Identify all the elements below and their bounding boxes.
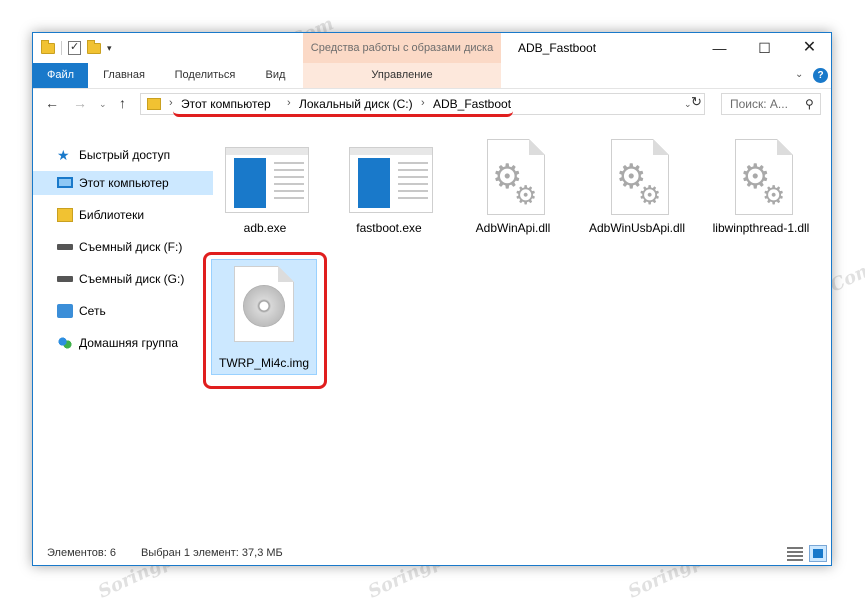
sidebar-item-removable-g[interactable]: Съемный диск (G:) <box>33 267 213 291</box>
back-button[interactable]: ← <box>45 95 59 111</box>
status-bar: Элементов: 6 Выбран 1 элемент: 37,3 МБ <box>33 543 831 565</box>
homegroup-icon <box>57 336 73 350</box>
dll-gear-icon: ⚙ ⚙ <box>735 139 793 215</box>
help-icon[interactable]: ? <box>813 68 828 83</box>
file-item[interactable]: ⚙ ⚙ AdbWinUsbApi.dll <box>587 137 687 263</box>
quick-access-toolbar: ▾ <box>41 39 112 57</box>
folder-icon <box>147 98 161 110</box>
navigation-pane: ★ Быстрый доступ Этот компьютер Библиоте… <box>33 129 213 539</box>
application-icon <box>225 147 309 213</box>
tab-share[interactable]: Поделиться <box>165 63 245 88</box>
expand-ribbon-icon[interactable]: ⌄ <box>795 69 803 80</box>
breadcrumb-separator[interactable]: › <box>287 97 291 109</box>
tab-view[interactable]: Вид <box>253 63 298 88</box>
search-input[interactable]: Поиск: А... ⚲ <box>721 93 821 115</box>
breadcrumb-local-disk[interactable]: Локальный диск (C:) <box>299 97 413 111</box>
application-icon <box>349 147 433 213</box>
computer-icon <box>57 177 73 188</box>
sidebar-item-this-pc[interactable]: Этот компьютер <box>33 171 213 195</box>
sidebar-item-removable-f[interactable]: Съемный диск (F:) <box>33 235 213 259</box>
up-button[interactable]: ↑ <box>119 95 126 111</box>
breadcrumb-separator[interactable]: › <box>169 97 173 109</box>
window-title: ADB_Fastboot <box>518 41 597 55</box>
close-button[interactable]: ✕ <box>787 33 832 63</box>
file-name: AdbWinApi.dll <box>475 221 551 235</box>
sidebar-item-label: Сеть <box>79 304 106 318</box>
file-item[interactable]: adb.exe <box>215 137 315 247</box>
file-name: fastboot.exe <box>356 221 422 235</box>
properties-icon[interactable] <box>68 40 81 55</box>
breadcrumb-adb-fastboot[interactable]: ADB_Fastboot <box>433 97 511 111</box>
sidebar-item-label: Быстрый доступ <box>79 148 171 162</box>
dll-gear-icon: ⚙ ⚙ <box>611 139 669 215</box>
sidebar-item-label: Съемный диск (F:) <box>79 240 183 254</box>
sidebar-item-quick-access[interactable]: ★ Быстрый доступ <box>33 143 213 167</box>
search-placeholder: Поиск: А... <box>730 97 788 111</box>
tab-manage[interactable]: Управление <box>303 63 501 88</box>
tab-file[interactable]: Файл <box>33 63 88 88</box>
file-item[interactable]: ⚙ ⚙ libwinpthread-1.dll <box>711 137 811 263</box>
sidebar-item-network[interactable]: Сеть <box>33 299 213 323</box>
sidebar-item-label: Съемный диск (G:) <box>79 272 185 286</box>
selection-highlight <box>203 252 327 389</box>
search-icon[interactable]: ⚲ <box>805 97 814 111</box>
file-name: adb.exe <box>243 221 287 235</box>
file-name: libwinpthread-1.dll <box>712 221 810 235</box>
ribbon-tabs: Файл Главная Поделиться Вид Управление ⌄… <box>33 63 831 89</box>
sidebar-item-label: Этот компьютер <box>79 176 169 190</box>
minimize-button[interactable]: — <box>697 33 742 63</box>
breadcrumb-separator[interactable]: › <box>421 97 425 109</box>
file-name: AdbWinUsbApi.dll <box>588 221 686 235</box>
sidebar-item-label: Домашняя группа <box>79 336 179 350</box>
title-bar: ▾ Средства работы с образами диска ADB_F… <box>33 33 831 63</box>
maximize-button[interactable]: ☐ <box>742 33 787 63</box>
network-icon <box>57 304 73 318</box>
removable-drive-icon <box>57 244 73 250</box>
library-icon <box>57 208 73 222</box>
sidebar-item-homegroup[interactable]: Домашняя группа <box>33 331 213 355</box>
customize-dropdown-icon[interactable]: ▾ <box>107 43 112 54</box>
contextual-tab-group-label: Средства работы с образами диска <box>303 33 501 63</box>
divider <box>61 41 62 55</box>
folder-icon <box>41 39 55 54</box>
selection-info: Выбран 1 элемент: 37,3 МБ <box>141 547 283 559</box>
breadcrumb-this-pc[interactable]: Этот компьютер <box>181 97 271 111</box>
item-count: Элементов: 6 <box>47 547 116 559</box>
recent-locations-icon[interactable]: ⌄ <box>99 99 107 110</box>
new-folder-icon[interactable] <box>87 39 101 54</box>
star-icon: ★ <box>57 147 70 163</box>
file-item[interactable]: fastboot.exe <box>339 137 439 247</box>
dll-gear-icon: ⚙ ⚙ <box>487 139 545 215</box>
forward-button[interactable]: → <box>73 95 87 111</box>
sidebar-item-label: Библиотеки <box>79 208 145 222</box>
explorer-window: ▾ Средства работы с образами диска ADB_F… <box>32 32 832 566</box>
file-item[interactable]: ⚙ ⚙ AdbWinApi.dll <box>463 137 563 247</box>
sidebar-item-libraries[interactable]: Библиотеки <box>33 203 213 227</box>
large-icons-view-icon[interactable] <box>809 545 827 562</box>
tab-home[interactable]: Главная <box>94 63 154 88</box>
breadcrumb-highlight <box>173 111 513 117</box>
removable-drive-icon <box>57 276 73 282</box>
details-view-icon[interactable] <box>787 547 803 561</box>
refresh-button[interactable]: ↻ <box>691 94 702 110</box>
